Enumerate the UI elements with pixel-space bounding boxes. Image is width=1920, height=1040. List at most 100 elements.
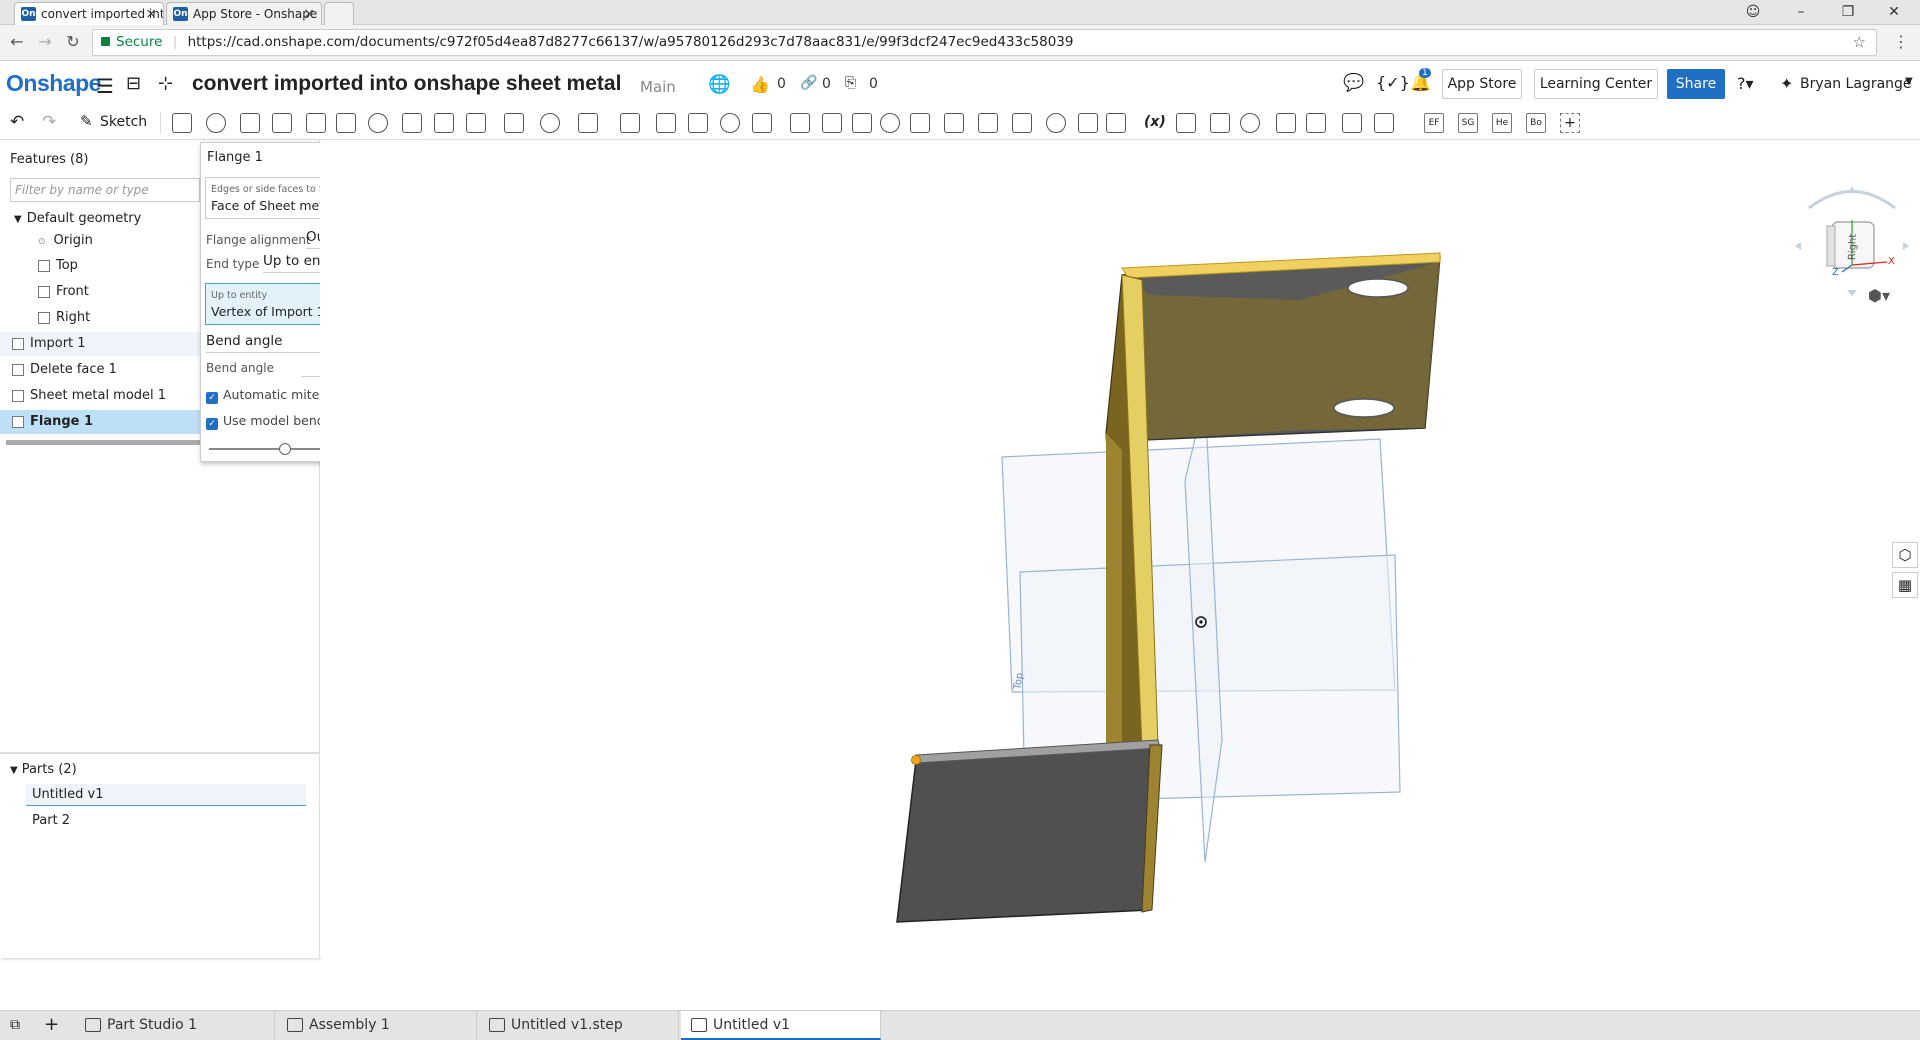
feature-tool-icon[interactable] xyxy=(944,113,964,133)
close-icon[interactable]: × xyxy=(303,3,315,25)
feature-tool-icon[interactable] xyxy=(688,113,708,133)
feature-tool-icon[interactable] xyxy=(656,113,676,133)
window-close-icon[interactable]: ✕ xyxy=(1874,0,1914,25)
feature-item-origin[interactable]: ⊙ Origin xyxy=(0,229,200,253)
feature-item-import[interactable]: Import 1 xyxy=(0,332,200,356)
copy-icon[interactable]: ⎘ xyxy=(845,75,856,91)
browser-tab[interactable]: On App Store - Onshape × xyxy=(166,2,322,25)
avatar[interactable]: ✦ xyxy=(1780,74,1793,93)
feature-tool-icon[interactable] xyxy=(1106,113,1126,133)
feature-item-front[interactable]: Front xyxy=(0,280,200,304)
feature-tool-icon[interactable] xyxy=(1176,113,1196,133)
parts-header[interactable]: ▼ Parts (2) xyxy=(10,762,77,777)
insert-icon[interactable]: ⊹ xyxy=(158,73,173,94)
feature-filter-input[interactable]: Filter by name or type xyxy=(10,178,200,202)
tab-untitled[interactable]: Untitled v1 xyxy=(681,1011,881,1040)
tab-manager-icon[interactable]: ⧉ xyxy=(10,1017,20,1033)
feature-tool-icon[interactable] xyxy=(504,113,524,133)
feature-tool-icon[interactable] xyxy=(466,113,486,133)
forward-icon[interactable]: → xyxy=(34,31,56,53)
feature-tool-icon[interactable] xyxy=(1342,113,1362,133)
feature-tool-icon[interactable] xyxy=(720,113,740,133)
user-menu[interactable]: Bryan Lagrange xyxy=(1800,76,1912,92)
automatic-miter-checkbox[interactable]: ✓ Automatic miter xyxy=(206,387,324,404)
profile-icon[interactable]: ☺ xyxy=(1733,0,1773,25)
graphics-viewport[interactable]: Top Right Z X ⬢▾ ⬡ ▦ xyxy=(320,140,1920,958)
document-title[interactable]: convert imported into onshape sheet meta… xyxy=(192,72,621,96)
feature-item-delete-face[interactable]: Delete face 1 xyxy=(0,358,200,382)
like-icon[interactable]: 👍 xyxy=(750,75,770,94)
view-options-icon[interactable]: ⬢▾ xyxy=(1868,286,1890,305)
feature-list-toggle-icon[interactable]: ⊟ xyxy=(126,73,141,94)
feature-item-sheet-metal-model[interactable]: Sheet metal model 1 xyxy=(0,384,200,408)
feature-tool-icon[interactable] xyxy=(880,113,900,133)
feature-tool-icon[interactable] xyxy=(978,113,998,133)
globe-icon[interactable]: 🌐 xyxy=(708,74,730,95)
feature-tool-icon[interactable] xyxy=(1046,113,1066,133)
bo-app-button[interactable]: Bo xyxy=(1526,113,1546,133)
tab-part-studio[interactable]: Part Studio 1 xyxy=(75,1011,275,1040)
bookmark-star-icon[interactable]: ☆ xyxy=(1853,30,1866,55)
redo-icon[interactable]: ↷ xyxy=(42,112,56,132)
bom-table-icon[interactable]: ▦ xyxy=(1892,572,1918,598)
maximize-icon[interactable]: ❐ xyxy=(1828,0,1868,25)
selected-vertex[interactable] xyxy=(911,755,921,765)
app-store-button[interactable]: App Store xyxy=(1442,69,1522,99)
tab-step-file[interactable]: Untitled v1.step xyxy=(479,1011,679,1040)
branch-name[interactable]: Main xyxy=(640,78,676,96)
feature-tool-icon[interactable] xyxy=(306,113,326,133)
add-custom-feature-icon[interactable]: + xyxy=(1560,113,1580,133)
view-cube[interactable]: Right Z X xyxy=(1787,180,1917,310)
menu-icon[interactable]: ⋮ xyxy=(1890,31,1912,53)
feature-tool-icon[interactable] xyxy=(272,113,292,133)
part-item[interactable]: Part 2 xyxy=(26,810,306,832)
feature-tool-icon[interactable] xyxy=(540,113,560,133)
sketch-button[interactable]: Sketch xyxy=(100,114,147,130)
feature-tool-icon[interactable] xyxy=(402,113,422,133)
default-geometry-folder[interactable]: ▼ Default geometry xyxy=(0,207,200,231)
feature-tool-icon[interactable] xyxy=(620,113,640,133)
feature-item-flange[interactable]: Flange 1 xyxy=(0,410,200,434)
feature-tool-icon[interactable] xyxy=(1306,113,1326,133)
add-tab-icon[interactable]: + xyxy=(44,1014,59,1035)
feature-item-top[interactable]: Top xyxy=(0,254,200,278)
feature-tool-icon[interactable] xyxy=(1276,113,1296,133)
feature-tool-icon[interactable] xyxy=(822,113,842,133)
feature-tool-icon[interactable] xyxy=(578,113,598,133)
feature-item-right[interactable]: Right xyxy=(0,306,200,330)
onshape-logo[interactable]: Onshape xyxy=(6,70,101,97)
minimize-icon[interactable]: – xyxy=(1781,0,1821,25)
feature-tool-icon[interactable] xyxy=(1078,113,1098,133)
he-app-button[interactable]: He xyxy=(1492,113,1512,133)
rollback-bar[interactable] xyxy=(6,440,201,445)
new-tab-button[interactable] xyxy=(324,2,354,25)
help-icon[interactable]: ?▾ xyxy=(1737,74,1754,93)
feature-tool-icon[interactable] xyxy=(206,113,226,133)
share-button[interactable]: Share xyxy=(1667,69,1725,99)
feature-tool-icon[interactable] xyxy=(336,113,356,133)
feature-tool-icon[interactable] xyxy=(852,113,872,133)
feature-tool-icon[interactable] xyxy=(910,113,930,133)
feature-tool-icon[interactable] xyxy=(172,113,192,133)
feature-tool-icon[interactable] xyxy=(434,113,454,133)
feature-tool-icon[interactable] xyxy=(1240,113,1260,133)
feature-tool-icon[interactable] xyxy=(1012,113,1032,133)
url-input[interactable]: Secure | https://cad.onshape.com/documen… xyxy=(92,29,1877,56)
back-icon[interactable]: ← xyxy=(6,31,28,53)
slider-handle[interactable] xyxy=(279,443,291,455)
feature-tool-icon[interactable] xyxy=(752,113,772,133)
feature-tool-icon[interactable] xyxy=(1374,113,1394,133)
variable-button[interactable]: (x) xyxy=(1144,114,1166,130)
feature-tool-icon[interactable] xyxy=(790,113,810,133)
link-icon[interactable]: 🔗 xyxy=(800,75,817,91)
sg-app-button[interactable]: SG xyxy=(1458,113,1478,133)
browser-tab[interactable]: On convert imported into on × xyxy=(14,2,164,25)
comments-icon[interactable]: 💬 xyxy=(1343,73,1364,93)
part-item[interactable]: Untitled v1 xyxy=(26,784,306,806)
featurescript-icon[interactable]: {✓} xyxy=(1376,73,1410,92)
feature-tool-icon[interactable] xyxy=(1210,113,1230,133)
undo-icon[interactable]: ↶ xyxy=(10,112,24,132)
feature-tool-icon[interactable] xyxy=(368,113,388,133)
close-icon[interactable]: × xyxy=(145,3,157,25)
chevron-down-icon[interactable]: ▼ xyxy=(1905,76,1913,87)
